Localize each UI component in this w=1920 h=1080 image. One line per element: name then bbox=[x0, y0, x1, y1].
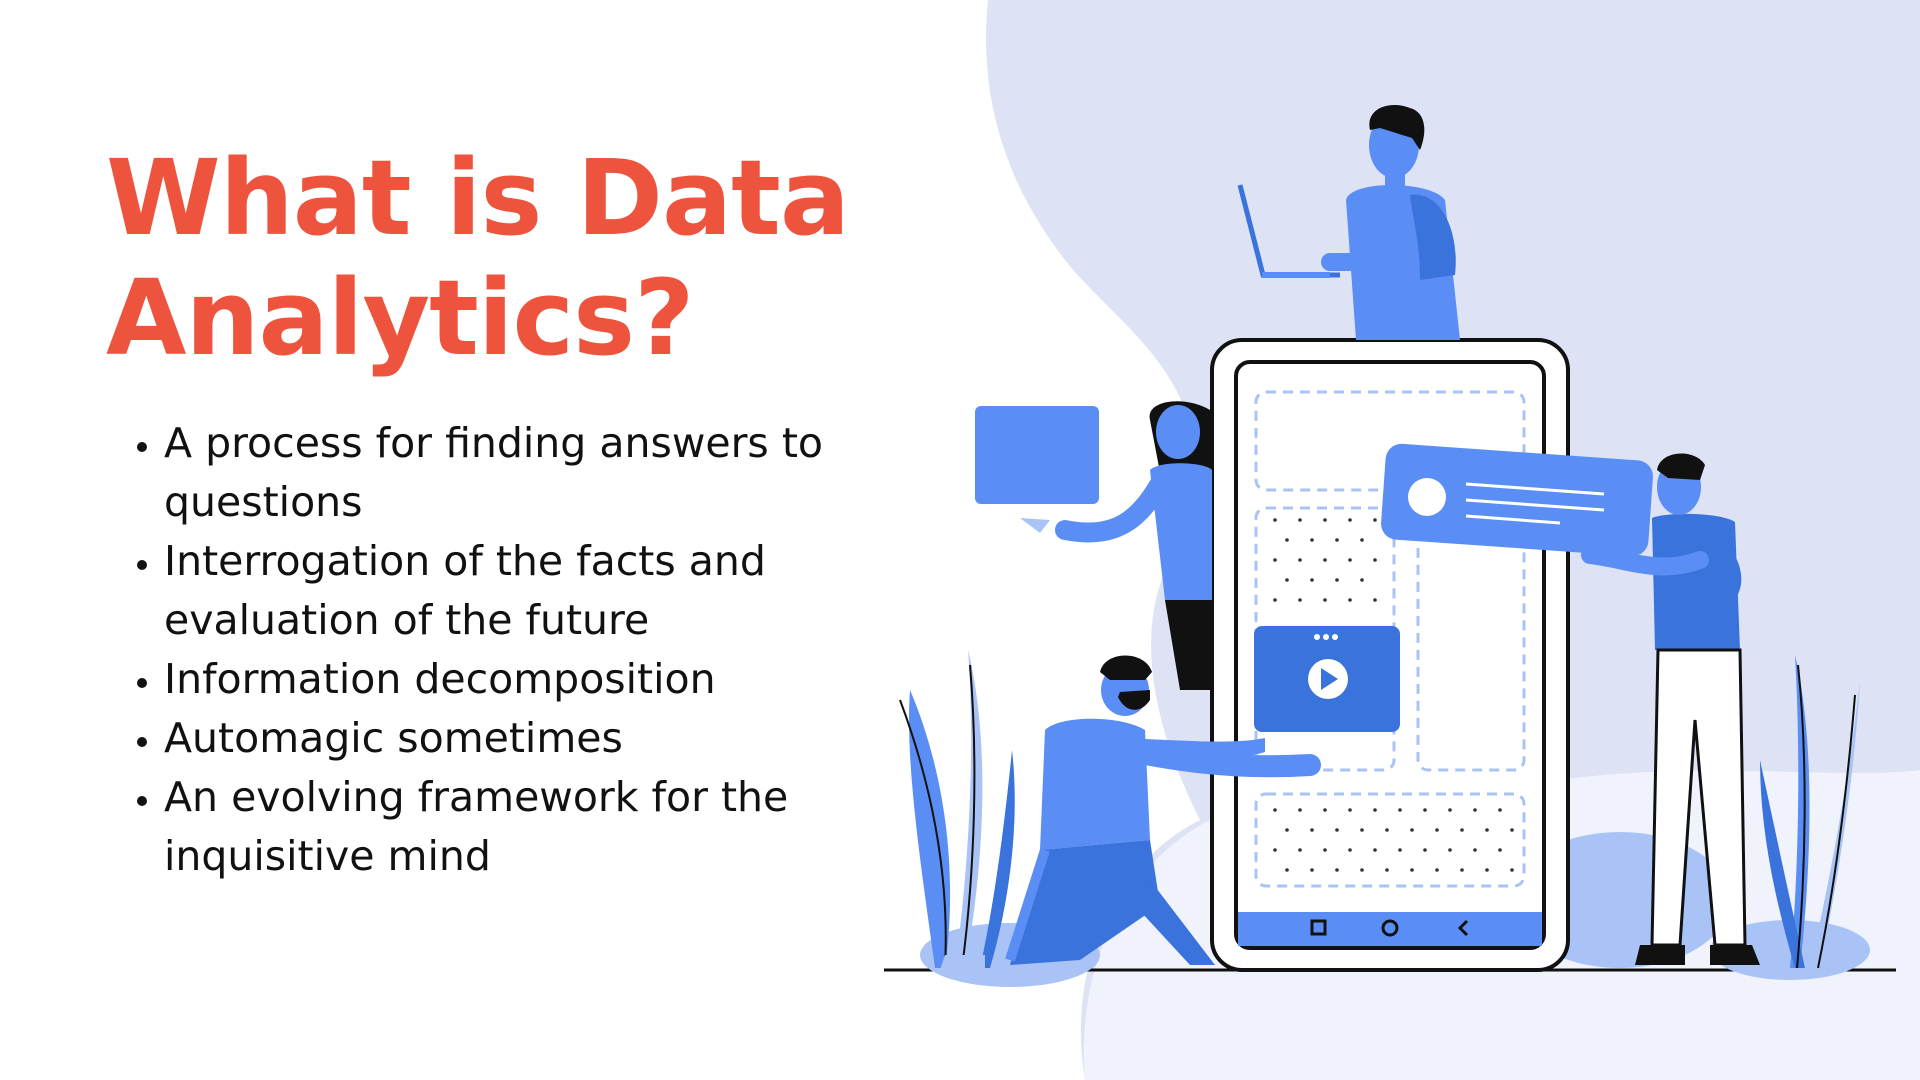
bullet-list: A process for finding answers to questio… bbox=[112, 414, 824, 886]
video-card bbox=[1254, 626, 1400, 732]
page-title: What is Data Analytics? bbox=[106, 137, 850, 379]
list-item: Interrogation of the facts and evaluatio… bbox=[164, 532, 824, 650]
message-card bbox=[1381, 443, 1653, 557]
list-item: A process for finding answers to questio… bbox=[164, 414, 824, 532]
person-with-laptop bbox=[1237, 104, 1460, 340]
plant-left bbox=[899, 650, 1015, 969]
floating-card bbox=[975, 406, 1099, 504]
slide: What is Data Analytics? A process for fi… bbox=[0, 0, 1920, 1080]
list-item: An evolving framework for the inquisitiv… bbox=[164, 768, 824, 886]
people-around-phone-illustration bbox=[884, 104, 1896, 987]
list-item: Information decomposition bbox=[164, 650, 824, 709]
list-item: Automagic sometimes bbox=[164, 709, 824, 768]
